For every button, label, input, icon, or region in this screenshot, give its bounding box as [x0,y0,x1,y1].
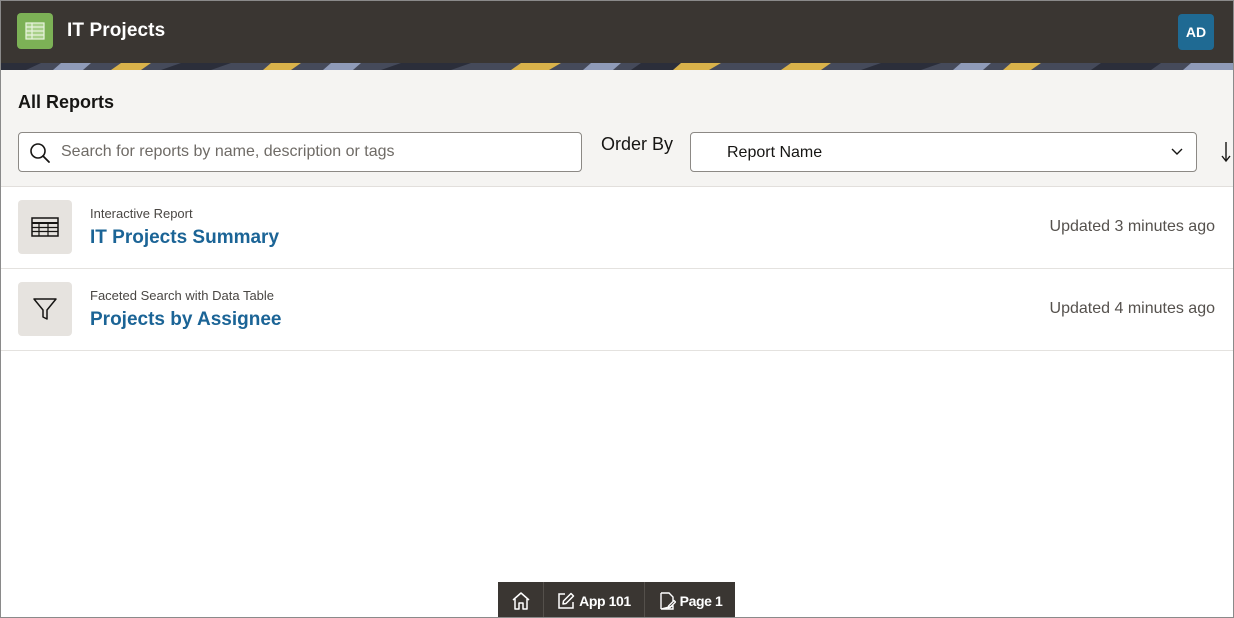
table-icon [31,217,59,237]
report-item[interactable]: Faceted Search with Data Table Projects … [1,269,1233,351]
top-nav-bar: IT Projects AD [1,1,1233,63]
search-box[interactable] [18,132,582,172]
dev-page-label: Page 1 [679,592,723,609]
chevron-down-icon [1171,148,1183,155]
report-icon-tile [18,200,72,254]
reports-list: Interactive Report IT Projects Summary U… [1,187,1233,351]
dev-home-button[interactable] [498,582,544,617]
order-by-select[interactable]: Report Name [690,132,1197,172]
order-by-value: Report Name [727,144,823,161]
report-icon-tile [18,282,72,336]
search-input[interactable] [61,133,571,171]
report-grid-icon [25,22,45,40]
dev-page-button[interactable]: Page 1 [645,582,735,617]
page-edit-icon [659,591,676,610]
dev-app-button[interactable]: App 101 [544,582,645,617]
home-icon [512,591,529,610]
report-updated: Updated 4 minutes ago [1049,300,1215,317]
reports-search-region: All Reports Order By Report Name [1,70,1233,187]
report-updated: Updated 3 minutes ago [1049,218,1215,235]
report-type: Faceted Search with Data Table [90,288,275,303]
report-name-link[interactable]: IT Projects Summary [90,227,279,249]
app-logo[interactable] [17,13,53,49]
edit-icon [558,592,575,609]
filter-icon [33,298,57,320]
developer-toolbar: App 101 Page 1 [498,582,735,617]
user-avatar[interactable]: AD [1178,14,1214,50]
report-item[interactable]: Interactive Report IT Projects Summary U… [1,187,1233,269]
decorative-banner [1,63,1233,70]
order-by-label: Order By [601,134,674,154]
dev-app-label: App 101 [579,592,631,609]
report-type: Interactive Report [90,206,193,221]
app-title[interactable]: IT Projects [67,20,165,42]
report-name-link[interactable]: Projects by Assignee [90,309,281,331]
region-title: All Reports [18,92,115,112]
sort-direction-icon[interactable] [1219,140,1233,164]
app-window: IT Projects AD All Reports Search for re… [0,0,1234,618]
search-icon [30,143,50,163]
